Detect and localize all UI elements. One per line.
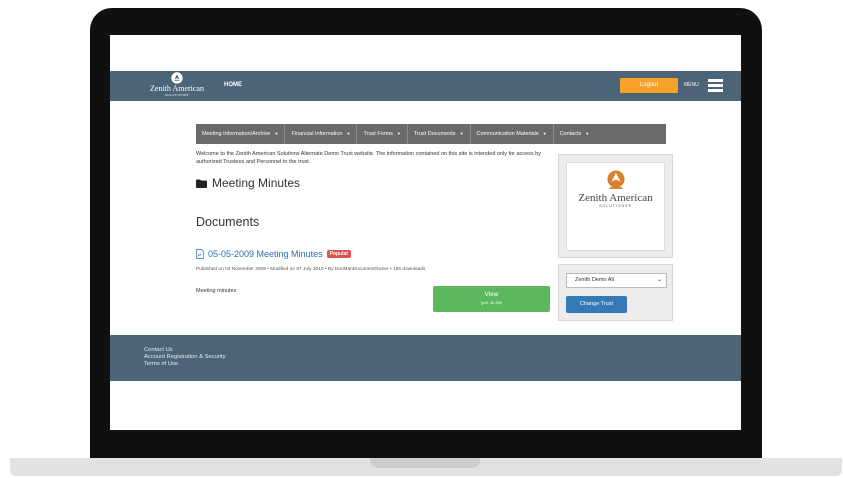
view-document-button[interactable]: View (pdf, 10 KB) (433, 286, 550, 312)
logo-mark-icon (171, 72, 183, 84)
home-link[interactable]: HOME (224, 82, 242, 88)
caret-down-icon: ▼ (459, 131, 464, 136)
nav-item-trust-forms[interactable]: Trust Forms ▼ (357, 124, 408, 144)
change-trust-button[interactable]: Change Trust (566, 296, 627, 313)
trust-select[interactable]: Zenith Demo Alt ⌄ (566, 273, 667, 288)
page-title: Meeting Minutes (196, 176, 300, 190)
caret-down-icon: ▼ (396, 131, 401, 136)
chevron-down-icon: ⌄ (656, 277, 662, 283)
nav-item-meeting-information[interactable]: Meeting Information/Archive ▼ (196, 124, 286, 144)
nav-item-communication-materials[interactable]: Communication Materials ▼ (471, 124, 554, 144)
sidebar-logo-panel: Zenith American SOLUTIONS® (558, 154, 673, 258)
nav-item-financial-information[interactable]: Financial Information ▼ (285, 124, 358, 144)
view-file-info: (pdf, 10 KB) (480, 300, 503, 305)
document-meta: Published on 04 November 2009 • Modified… (196, 267, 426, 272)
browser-viewport: Zenith American SOLUTIONS® HOME Logout M… (110, 35, 741, 430)
trust-selector-panel: Zenith Demo Alt ⌄ Change Trust (558, 264, 673, 321)
caret-down-icon: ▼ (585, 131, 590, 136)
caret-down-icon: ▼ (542, 131, 547, 136)
nav-item-contacts[interactable]: Contacts ▼ (554, 124, 596, 144)
document-title-row: 05-05-2009 Meeting Minutes Popular (196, 249, 352, 259)
site-header: Zenith American SOLUTIONS® HOME Logout M… (110, 71, 741, 101)
view-label: View (484, 291, 499, 298)
document-description: Meeting minutes (196, 288, 237, 294)
footer-link-terms-of-use[interactable]: Terms of Use (144, 361, 741, 368)
folder-icon (196, 179, 207, 188)
pdf-file-icon (196, 249, 204, 259)
logo-text: Zenith American (150, 84, 204, 93)
menu-label[interactable]: MENU (684, 82, 699, 88)
site-logo[interactable]: Zenith American SOLUTIONS® (140, 72, 214, 100)
footer-link-contact-us[interactable]: Contact Us (144, 347, 741, 354)
site-footer: Contact Us Account Registration & Securi… (110, 335, 741, 381)
main-navigation: Meeting Information/Archive ▼ Financial I… (196, 124, 666, 144)
sidebar-logo-subtext: SOLUTIONS® (599, 204, 632, 208)
laptop-notch (370, 458, 480, 468)
logout-button[interactable]: Logout (620, 78, 678, 93)
sidebar-logo: Zenith American SOLUTIONS® (566, 162, 665, 251)
laptop-mockup: Zenith American SOLUTIONS® HOME Logout M… (0, 0, 843, 478)
popular-badge: Popular (326, 250, 352, 258)
nav-item-trust-documents[interactable]: Trust Documents ▼ (408, 124, 471, 144)
caret-down-icon: ▼ (346, 131, 351, 136)
caret-down-icon: ▼ (274, 131, 279, 136)
documents-heading: Documents (196, 215, 260, 229)
logo-mark-icon (606, 170, 625, 189)
document-link[interactable]: 05-05-2009 Meeting Minutes (208, 249, 323, 259)
footer-link-account-registration[interactable]: Account Registration & Security (144, 354, 741, 361)
welcome-text: Welcome to the Zenith American Solutions… (196, 151, 541, 165)
sidebar-logo-text: Zenith American (578, 192, 653, 204)
hamburger-menu-icon[interactable] (708, 79, 723, 92)
logo-subtext: SOLUTIONS® (164, 93, 190, 97)
